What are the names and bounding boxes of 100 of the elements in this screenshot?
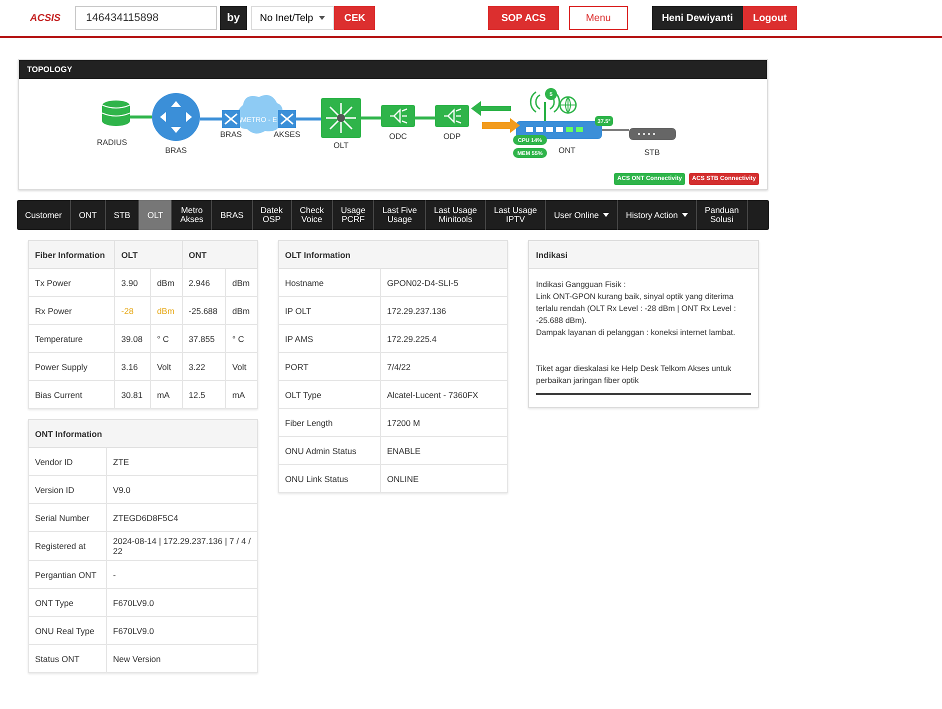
table-cell: 3.22 bbox=[182, 352, 226, 380]
table-cell: ONU Admin Status bbox=[278, 436, 380, 464]
table-cell: Status ONT bbox=[28, 644, 106, 672]
table-header: ONT Information bbox=[28, 420, 258, 448]
topology-title: TOPOLOGY bbox=[19, 60, 767, 79]
table-cell: dBm bbox=[150, 268, 182, 296]
table-cell: 30.81 bbox=[114, 380, 150, 408]
node-label: BRAS bbox=[165, 146, 187, 155]
table-header: Fiber Information bbox=[28, 240, 115, 268]
table-cell: 172.29.225.4 bbox=[380, 324, 508, 352]
caret-icon bbox=[602, 213, 609, 217]
table-cell: ONU Real Type bbox=[28, 616, 106, 644]
temperature-badge bbox=[595, 116, 613, 126]
table-cell: Tx Power bbox=[28, 268, 115, 296]
nav-tab[interactable]: Last Five Usage bbox=[374, 200, 426, 230]
table-cell: Power Supply bbox=[28, 352, 115, 380]
table-cell: New Version bbox=[106, 644, 258, 672]
left-arrow-icon bbox=[471, 101, 511, 116]
table-cell: IP AMS bbox=[278, 324, 380, 352]
node-label: AKSES bbox=[274, 130, 300, 139]
sop-button[interactable]: SOP ACS bbox=[488, 6, 559, 30]
indication-text: Tiket agar dieskalasi ke Help Desk Telkom Akses untuk perbaikan jaringan fiber optik bbox=[536, 363, 732, 387]
menu-button[interactable]: Menu bbox=[568, 6, 628, 30]
table-cell: -25.688 bbox=[182, 296, 226, 324]
check-button[interactable]: CEK bbox=[334, 6, 376, 30]
table-cell: V9.0 bbox=[106, 476, 258, 504]
node-label: BRAS bbox=[220, 130, 242, 139]
table-cell: 37.855 bbox=[182, 324, 226, 352]
table-cell: mA bbox=[150, 380, 182, 408]
table-header: OLT Information bbox=[278, 240, 508, 268]
nav-tab[interactable]: Customer bbox=[17, 200, 71, 230]
nav-tab[interactable]: Metro Akses bbox=[172, 200, 212, 230]
node-label: RADIUS bbox=[96, 138, 128, 147]
table-cell: IP OLT bbox=[278, 296, 380, 324]
search-input[interactable]: 146434115898 bbox=[75, 6, 217, 30]
table-cell: dBm bbox=[226, 268, 258, 296]
table-cell: Fiber Length bbox=[278, 408, 380, 436]
right-arrow-icon bbox=[482, 118, 520, 133]
nav-tab[interactable]: Last Usage Minitools bbox=[426, 200, 486, 230]
nav-tab[interactable]: User Online bbox=[546, 200, 618, 230]
table-cell: 12.5 bbox=[182, 380, 226, 408]
table-cell: F670LV9.0 bbox=[106, 588, 258, 616]
table-cell: Serial Number bbox=[28, 504, 106, 532]
nav-tab[interactable]: BRAS bbox=[212, 200, 253, 230]
client-count-badge bbox=[545, 88, 557, 100]
node-label: OLT bbox=[334, 141, 348, 150]
nav-tab[interactable]: OLT bbox=[139, 200, 172, 230]
table-cell: ONT Type bbox=[28, 588, 106, 616]
table-cell: Bias Current bbox=[28, 380, 115, 408]
table-cell: ZTE bbox=[106, 448, 258, 476]
table-cell: Hostname bbox=[278, 268, 380, 296]
table-cell: Temperature bbox=[28, 324, 115, 352]
table-cell: Vendor ID bbox=[28, 448, 106, 476]
search-type-dropdown[interactable]: No Inet/Telp bbox=[250, 6, 334, 30]
table-cell: 3.90 bbox=[114, 268, 150, 296]
table-cell: 17200 M bbox=[380, 408, 508, 436]
table-cell: ONLINE bbox=[380, 464, 508, 492]
table-cell: PORT bbox=[278, 352, 380, 380]
table-cell: dBm bbox=[226, 296, 258, 324]
table-cell: 7/4/22 bbox=[380, 352, 508, 380]
table-header: ONT bbox=[182, 240, 258, 268]
card-title: Indikasi bbox=[529, 241, 758, 269]
table-cell: Rx Power bbox=[28, 296, 115, 324]
caret-icon bbox=[682, 213, 688, 217]
set-top-box-icon bbox=[629, 128, 676, 140]
node-label: ONT bbox=[558, 146, 576, 155]
memory-badge bbox=[513, 148, 547, 158]
caret-icon bbox=[319, 16, 326, 20]
nav-tab[interactable]: Panduan Solusi bbox=[696, 200, 748, 230]
table-cell: -28 bbox=[114, 296, 150, 324]
nav-tab[interactable]: Check Voice bbox=[292, 200, 333, 230]
table-cell: F670LV9.0 bbox=[106, 616, 258, 644]
table-header: OLT bbox=[114, 240, 182, 268]
cpu-badge bbox=[513, 135, 547, 145]
table-cell: Volt bbox=[226, 352, 258, 380]
table-cell: Version ID bbox=[28, 476, 106, 504]
logout-button[interactable]: Logout bbox=[742, 6, 797, 30]
table-cell: 2.946 bbox=[182, 268, 226, 296]
table-cell: Volt bbox=[150, 352, 182, 380]
indication-text: Indikasi Gangguan Fisik : Link ONT-GPON kurang baik, sinyal optik yang diterima terlalu rendah (OLT Rx Level : -28 dBm | ONT Rx Level : -25.688 dBm). Dampak layanan di pelanggan : koneksi internet lambat. bbox=[536, 279, 737, 339]
node-label: STB bbox=[644, 148, 660, 157]
table-cell: ° C bbox=[150, 324, 182, 352]
nav-tab[interactable]: Usage PCRF bbox=[332, 200, 374, 230]
nav-tab[interactable]: Datek OSP bbox=[252, 200, 292, 230]
nav-tab[interactable]: Last Usage IPTV bbox=[486, 200, 546, 230]
wifi-icon bbox=[530, 91, 560, 121]
node-label: ODP bbox=[443, 132, 461, 141]
table-cell: 172.29.237.136 bbox=[380, 296, 508, 324]
ont-router-icon bbox=[516, 121, 602, 139]
table-cell: 39.08 bbox=[114, 324, 150, 352]
table-cell: dBm bbox=[150, 296, 182, 324]
table-cell: Registered at bbox=[28, 532, 106, 560]
table-cell: ONU Link Status bbox=[278, 464, 380, 492]
node-label: ODC bbox=[389, 132, 407, 141]
table-cell: mA bbox=[226, 380, 258, 408]
nav-tab[interactable]: ONT bbox=[70, 200, 106, 230]
by-label: by bbox=[220, 6, 247, 30]
nav-tab[interactable]: History Action bbox=[618, 200, 697, 230]
table-cell: ENABLE bbox=[380, 436, 508, 464]
table-cell: ° C bbox=[226, 324, 258, 352]
